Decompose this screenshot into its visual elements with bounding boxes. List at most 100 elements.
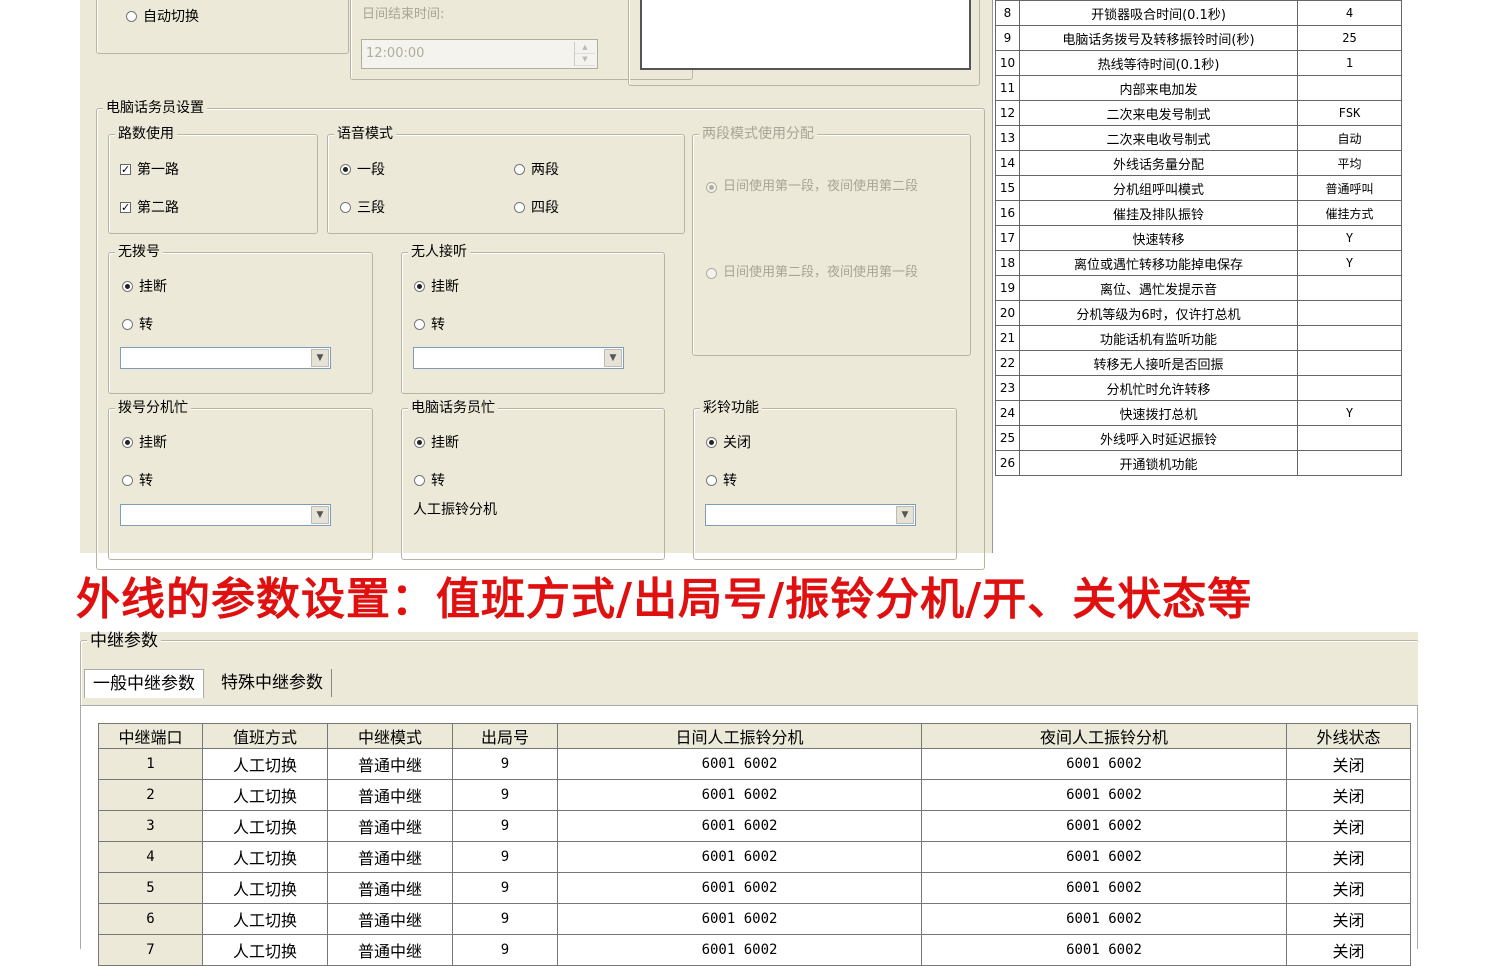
parameter-row[interactable]: 16 催挂及排队振铃 催挂方式 xyxy=(995,200,1402,226)
table-cell[interactable]: 9 xyxy=(452,748,558,780)
tab-general-trunk[interactable]: 一般中继参数 xyxy=(84,669,204,698)
radio-icon[interactable] xyxy=(340,201,351,213)
line1-checkbox[interactable]: ✓ 第一路 xyxy=(120,161,179,179)
table-row[interactable]: 7 人工切换 普通中继 9 6001 6002 6001 6002 关闭 xyxy=(98,934,1411,966)
auto-switch-radio-dot[interactable] xyxy=(126,10,137,22)
radio-icon[interactable] xyxy=(706,268,717,279)
table-cell[interactable]: 9 xyxy=(452,872,558,904)
parameter-row[interactable]: 12 二次来电发号制式 FSK xyxy=(995,100,1402,126)
no-dial-transfer-select[interactable]: ▼ xyxy=(120,347,331,369)
table-cell[interactable]: 普通中继 xyxy=(327,779,453,811)
voice-three-stage-radio[interactable]: 三段 xyxy=(340,199,385,217)
parameter-row[interactable]: 15 分机组呼叫模式 普通呼叫 xyxy=(995,175,1402,201)
table-cell[interactable]: 6001 6002 xyxy=(557,779,922,811)
parameter-row[interactable]: 19 离位、遇忙发提示音 xyxy=(995,275,1402,301)
table-cell[interactable]: 普通中继 xyxy=(327,934,453,966)
table-row[interactable]: 6 人工切换 普通中继 9 6001 6002 6001 6002 关闭 xyxy=(98,903,1411,935)
table-cell[interactable]: 人工切换 xyxy=(202,903,328,935)
two-stage-option2-radio[interactable]: 日间使用第二段，夜间使用第一段 xyxy=(706,265,936,281)
table-cell[interactable]: 关闭 xyxy=(1286,810,1411,842)
table-row[interactable]: 3 人工切换 普通中继 9 6001 6002 6001 6002 关闭 xyxy=(98,810,1411,842)
table-cell[interactable]: 普通中继 xyxy=(327,810,453,842)
column-header[interactable]: 中继端口 xyxy=(98,723,203,749)
radio-selected-icon[interactable] xyxy=(122,280,133,292)
auto-switch-radio[interactable]: 自动切换 xyxy=(126,8,199,26)
table-cell[interactable]: 人工切换 xyxy=(202,748,328,780)
table-cell[interactable]: 人工切换 xyxy=(202,872,328,904)
table-cell[interactable]: 关闭 xyxy=(1286,748,1411,780)
table-cell[interactable]: 3 xyxy=(98,810,203,842)
parameter-row[interactable]: 21 功能话机有监听功能 xyxy=(995,325,1402,351)
table-cell[interactable]: 7 xyxy=(98,934,203,966)
radio-selected-icon[interactable] xyxy=(706,436,717,448)
table-cell[interactable]: 4 xyxy=(98,841,203,873)
column-header[interactable]: 值班方式 xyxy=(202,723,328,749)
parameter-row[interactable]: 17 快速转移 Y xyxy=(995,225,1402,251)
radio-selected-icon[interactable] xyxy=(414,280,425,292)
table-cell[interactable]: 6001 6002 xyxy=(921,779,1287,811)
radio-icon[interactable] xyxy=(414,474,425,486)
radio-icon[interactable] xyxy=(122,318,133,330)
parameter-row[interactable]: 13 二次来电收号制式 自动 xyxy=(995,125,1402,151)
table-cell[interactable]: 6001 6002 xyxy=(557,934,922,966)
parameter-row[interactable]: 25 外线呼入时延迟振铃 xyxy=(995,425,1402,451)
column-header[interactable]: 夜间人工振铃分机 xyxy=(921,723,1287,749)
time-spinner[interactable]: ▲ ▼ xyxy=(574,42,595,66)
check-icon[interactable]: ✓ xyxy=(120,163,131,175)
parameter-row[interactable]: 23 分机忙时允许转移 xyxy=(995,375,1402,401)
parameter-row[interactable]: 9 电脑话务拨号及转移振铃时间(秒) 25 xyxy=(995,25,1402,51)
spin-up-icon[interactable]: ▲ xyxy=(575,42,595,54)
table-cell[interactable]: 6001 6002 xyxy=(921,748,1287,780)
parameter-row[interactable]: 14 外线话务量分配 平均 xyxy=(995,150,1402,176)
no-answer-transfer-select[interactable]: ▼ xyxy=(413,347,624,369)
table-cell[interactable]: 关闭 xyxy=(1286,934,1411,966)
ringback-close-radio[interactable]: 关闭 xyxy=(706,434,751,452)
check-icon[interactable]: ✓ xyxy=(120,201,131,213)
no-dial-transfer-radio[interactable]: 转 xyxy=(122,316,153,334)
voice-four-stage-radio[interactable]: 四段 xyxy=(514,199,559,217)
day-end-time-input[interactable]: 12:00:00 ▲ ▼ xyxy=(361,39,598,69)
table-cell[interactable]: 5 xyxy=(98,872,203,904)
column-header[interactable]: 日间人工振铃分机 xyxy=(557,723,922,749)
table-cell[interactable]: 普通中继 xyxy=(327,872,453,904)
chevron-down-icon[interactable]: ▼ xyxy=(604,349,622,367)
table-row[interactable]: 5 人工切换 普通中继 9 6001 6002 6001 6002 关闭 xyxy=(98,872,1411,904)
table-cell[interactable]: 6001 6002 xyxy=(557,903,922,935)
radio-selected-icon[interactable] xyxy=(706,182,717,193)
no-answer-transfer-radio[interactable]: 转 xyxy=(414,316,445,334)
tab-special-trunk[interactable]: 特殊中继参数 xyxy=(213,669,332,697)
parameter-row[interactable]: 10 热线等待时间(0.1秒) 1 xyxy=(995,50,1402,76)
table-cell[interactable]: 6001 6002 xyxy=(921,872,1287,904)
parameter-row[interactable]: 22 转移无人接听是否回振 xyxy=(995,350,1402,376)
radio-selected-icon[interactable] xyxy=(340,163,351,175)
radio-selected-icon[interactable] xyxy=(414,436,425,448)
ringback-transfer-select[interactable]: ▼ xyxy=(705,504,916,526)
column-header[interactable]: 外线状态 xyxy=(1286,723,1411,749)
table-cell[interactable]: 6001 6002 xyxy=(557,748,922,780)
chevron-down-icon[interactable]: ▼ xyxy=(896,506,914,524)
parameter-row[interactable]: 8 开锁器吸合时间(0.1秒) 4 xyxy=(995,0,1402,26)
table-cell[interactable]: 9 xyxy=(452,903,558,935)
table-cell[interactable]: 人工切换 xyxy=(202,779,328,811)
table-cell[interactable]: 6001 6002 xyxy=(921,934,1287,966)
table-row[interactable]: 2 人工切换 普通中继 9 6001 6002 6001 6002 关闭 xyxy=(98,779,1411,811)
column-header[interactable]: 中继模式 xyxy=(327,723,453,749)
chevron-down-icon[interactable]: ▼ xyxy=(311,349,329,367)
no-dial-hangup-radio[interactable]: 挂断 xyxy=(122,278,167,296)
table-cell[interactable]: 6001 6002 xyxy=(557,810,922,842)
table-cell[interactable]: 关闭 xyxy=(1286,841,1411,873)
table-cell[interactable]: 关闭 xyxy=(1286,779,1411,811)
table-cell[interactable]: 关闭 xyxy=(1286,872,1411,904)
no-answer-hangup-radio[interactable]: 挂断 xyxy=(414,278,459,296)
radio-icon[interactable] xyxy=(706,474,717,486)
radio-icon[interactable] xyxy=(414,318,425,330)
table-cell[interactable]: 9 xyxy=(452,810,558,842)
parameter-row[interactable]: 26 开通锁机功能 xyxy=(995,450,1402,476)
radio-icon[interactable] xyxy=(122,474,133,486)
table-cell[interactable]: 6001 6002 xyxy=(557,841,922,873)
table-cell[interactable]: 2 xyxy=(98,779,203,811)
two-stage-option1-radio[interactable]: 日间使用第一段，夜间使用第二段 xyxy=(706,179,936,195)
parameter-row[interactable]: 11 内部来电加发 xyxy=(995,75,1402,101)
radio-selected-icon[interactable] xyxy=(122,436,133,448)
table-cell[interactable]: 1 xyxy=(98,748,203,780)
